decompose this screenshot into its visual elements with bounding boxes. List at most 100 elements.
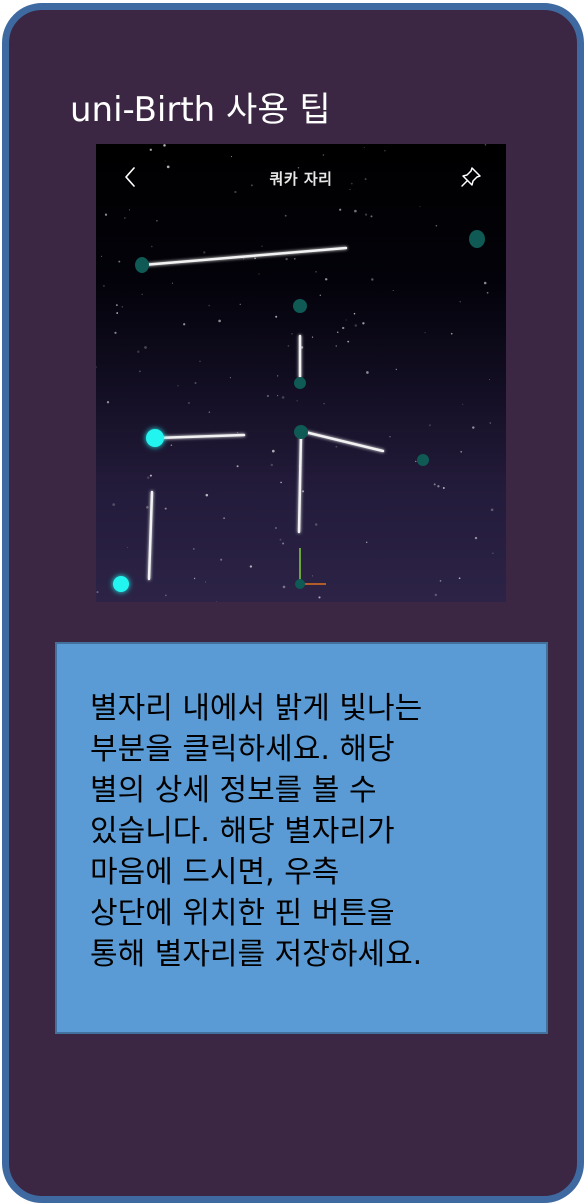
background-star bbox=[279, 538, 282, 541]
background-star bbox=[486, 291, 489, 294]
screen-title: 쿼카 자리 bbox=[269, 170, 333, 188]
background-star bbox=[236, 465, 239, 468]
background-star bbox=[216, 600, 218, 602]
background-star bbox=[434, 593, 437, 597]
star[interactable] bbox=[469, 230, 485, 248]
constellation-line bbox=[297, 432, 303, 534]
background-star bbox=[366, 371, 369, 374]
background-star bbox=[371, 278, 374, 281]
background-star bbox=[229, 377, 231, 379]
background-star bbox=[439, 580, 442, 582]
background-star bbox=[150, 245, 153, 248]
background-star bbox=[282, 585, 286, 589]
background-star bbox=[194, 381, 197, 385]
tip-text: 별자리 내에서 밝게 빛나는 부분을 클릭하세요. 해당 별의 상세 정보를 볼… bbox=[90, 691, 423, 972]
background-star bbox=[187, 401, 190, 405]
background-star bbox=[205, 493, 209, 497]
constellation-line bbox=[154, 433, 246, 440]
background-star bbox=[284, 214, 287, 217]
background-star bbox=[208, 304, 210, 307]
background-star bbox=[124, 217, 126, 219]
background-star bbox=[100, 255, 103, 258]
background-star bbox=[489, 422, 492, 424]
background-star bbox=[156, 219, 158, 222]
background-star bbox=[311, 575, 314, 577]
background-star bbox=[277, 375, 279, 377]
tip-card: uni-Birth 사용 팁 쿼카 자리 별자리 내에서 밝게 빛나는 부분을 … bbox=[2, 3, 584, 1203]
card-title: uni-Birth 사용 팁 bbox=[70, 90, 331, 130]
background-star bbox=[460, 450, 463, 453]
constellation-line bbox=[303, 430, 385, 453]
background-star bbox=[437, 485, 440, 488]
background-star bbox=[271, 449, 275, 453]
background-star bbox=[335, 345, 337, 347]
background-star bbox=[139, 370, 141, 373]
background-star bbox=[354, 209, 357, 213]
constellation-stars[interactable] bbox=[113, 230, 485, 592]
background-star bbox=[428, 424, 431, 427]
constellation-line bbox=[147, 490, 154, 581]
background-star bbox=[220, 558, 223, 561]
background-star bbox=[492, 552, 494, 554]
background-star bbox=[364, 213, 368, 216]
pin-button[interactable] bbox=[456, 162, 486, 192]
background-star bbox=[102, 284, 105, 287]
background-star bbox=[270, 463, 273, 467]
bright-star[interactable] bbox=[146, 429, 164, 447]
background-star bbox=[287, 345, 290, 347]
background-star bbox=[121, 306, 124, 308]
background-star bbox=[291, 333, 293, 335]
star[interactable] bbox=[294, 425, 308, 439]
background-star bbox=[118, 260, 121, 263]
background-star bbox=[415, 460, 417, 463]
background-star bbox=[442, 486, 445, 490]
background-star bbox=[164, 160, 166, 162]
background-star bbox=[199, 360, 201, 362]
background-star bbox=[192, 547, 195, 550]
background-star bbox=[314, 523, 318, 526]
background-star bbox=[177, 384, 179, 387]
background-star bbox=[128, 209, 131, 211]
constellation-lines bbox=[141, 246, 385, 581]
background-star bbox=[345, 319, 347, 321]
background-star bbox=[274, 527, 277, 529]
background-star bbox=[149, 474, 152, 477]
background-star bbox=[389, 435, 391, 438]
background-star bbox=[165, 594, 167, 597]
background-star bbox=[285, 257, 288, 261]
tip-box: 별자리 내에서 밝게 빛나는 부분을 클릭하세요. 해당 별의 상세 정보를 볼… bbox=[55, 642, 548, 1034]
background-star bbox=[249, 565, 253, 568]
background-star bbox=[363, 146, 365, 149]
background-star bbox=[370, 215, 373, 218]
axis-guide bbox=[299, 548, 326, 585]
background-star bbox=[96, 591, 99, 594]
background-star bbox=[349, 188, 351, 191]
star[interactable] bbox=[293, 299, 307, 313]
bright-star[interactable] bbox=[113, 576, 129, 592]
background-star bbox=[208, 411, 210, 413]
star[interactable] bbox=[135, 257, 149, 273]
background-star bbox=[424, 332, 426, 334]
background-star bbox=[335, 445, 338, 448]
background-star bbox=[141, 293, 143, 295]
background-star bbox=[183, 323, 186, 326]
background-star bbox=[342, 326, 345, 330]
background-star bbox=[106, 401, 110, 404]
star[interactable] bbox=[417, 454, 429, 466]
background-star bbox=[302, 490, 305, 493]
background-star bbox=[258, 273, 260, 275]
background-star bbox=[280, 481, 282, 484]
background-star bbox=[323, 403, 325, 405]
background-star bbox=[277, 395, 279, 397]
background-star bbox=[242, 258, 245, 260]
pin-icon bbox=[461, 167, 481, 187]
background-star bbox=[347, 340, 350, 343]
background-star bbox=[462, 403, 464, 405]
star[interactable] bbox=[295, 579, 305, 589]
background-stars bbox=[96, 144, 494, 602]
background-star bbox=[204, 581, 206, 583]
background-star bbox=[450, 332, 453, 335]
background-star bbox=[336, 331, 339, 333]
background-star bbox=[319, 294, 321, 296]
star[interactable] bbox=[294, 377, 306, 389]
